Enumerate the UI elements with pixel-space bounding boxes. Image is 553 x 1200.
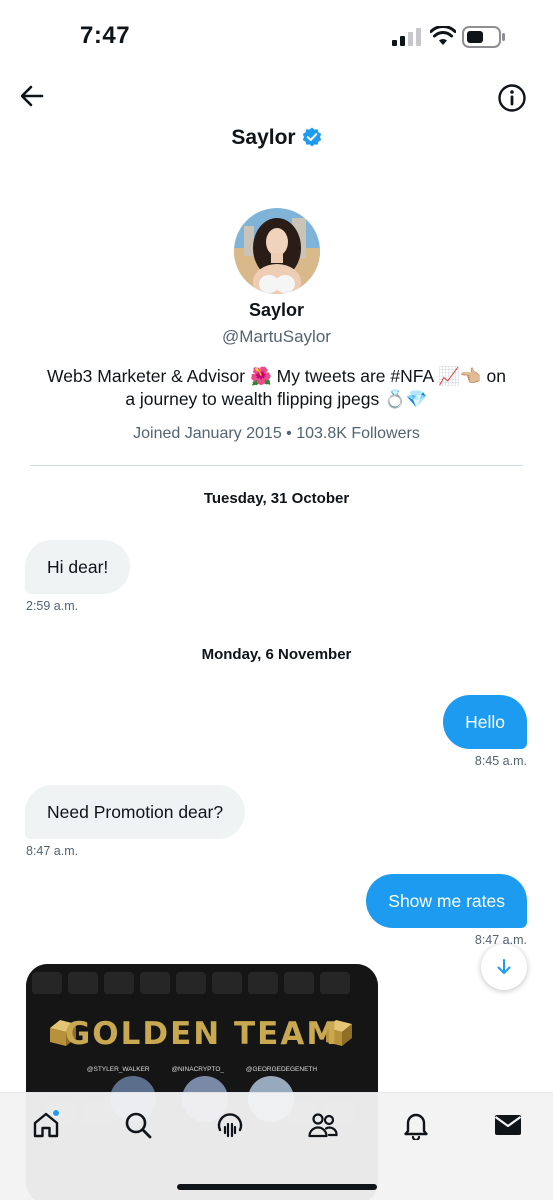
message-bubble-incoming[interactable]: Hi dear!: [25, 540, 131, 594]
message-bubble-outgoing[interactable]: Show me rates: [366, 874, 527, 928]
message-bubble-incoming[interactable]: Need Promotion dear?: [25, 785, 246, 839]
profile-summary: Saylor @MartuSaylor Web3 Marketer & Advi…: [0, 208, 553, 443]
tab-communities[interactable]: [305, 1107, 341, 1143]
notification-dot: [52, 1109, 60, 1117]
media-handle: @NINACRYPTO_: [171, 1066, 225, 1073]
tab-notifications[interactable]: [398, 1107, 434, 1143]
message-timestamp: 8:45 a.m.: [474, 754, 527, 768]
profile-handle: @MartuSaylor: [222, 327, 331, 346]
message-timestamp: 8:47 a.m.: [26, 844, 79, 858]
envelope-icon: [494, 1115, 522, 1135]
media-title: GOLDEN TEAM: [64, 1016, 340, 1052]
wifi-icon: [430, 26, 456, 45]
date-separator: Monday, 6 November: [201, 646, 352, 663]
profile-name: Saylor: [248, 300, 305, 320]
page-title: Saylor: [0, 126, 553, 150]
message-timestamp: 2:59 a.m.: [26, 599, 79, 613]
tab-spaces[interactable]: [212, 1107, 248, 1143]
tab-search[interactable]: [120, 1107, 156, 1143]
media-handle: @STYLER_WALKER: [86, 1066, 150, 1073]
communities-icon: [308, 1113, 338, 1138]
home-indicator: [177, 1184, 377, 1190]
date-separator: Tuesday, 31 October: [203, 490, 350, 507]
spaces-icon: [217, 1113, 243, 1138]
profile-meta: Joined January 2015 • 103.8K Followers: [133, 425, 420, 442]
status-time: 7:47: [80, 22, 131, 49]
divider: [30, 465, 523, 466]
arrow-down-icon: [497, 959, 511, 974]
status-bar: 7:47: [0, 0, 553, 70]
search-icon: [125, 1112, 152, 1139]
conversation-header: Saylor: [0, 70, 553, 170]
bell-icon: [404, 1113, 428, 1140]
battery-icon: [462, 26, 505, 48]
cellular-signal-icon: [392, 28, 421, 46]
profile-bio-line: Web3 Marketer & Advisor 🌺 My tweets are …: [47, 366, 506, 386]
header-name: Saylor: [231, 126, 296, 149]
media-handle: @GEORGEDEGENETH: [245, 1066, 318, 1073]
verified-badge-icon: [302, 127, 321, 147]
profile-bio-line: a journey to wealth flipping jpegs 💍💎: [125, 389, 428, 409]
media-handles: @STYLER_WALKER @NINACRYPTO_ @GEORGEDEGEN…: [26, 1066, 378, 1073]
back-arrow-icon[interactable]: [18, 82, 46, 110]
avatar[interactable]: [233, 208, 320, 294]
profile-bio: Web3 Marketer & Advisor 🌺 My tweets are …: [27, 365, 527, 411]
info-icon[interactable]: [497, 83, 527, 113]
tab-messages[interactable]: [490, 1107, 526, 1143]
scroll-to-bottom-button[interactable]: [481, 944, 527, 990]
tab-home[interactable]: [28, 1107, 64, 1143]
message-bubble-outgoing[interactable]: Hello: [443, 695, 527, 749]
